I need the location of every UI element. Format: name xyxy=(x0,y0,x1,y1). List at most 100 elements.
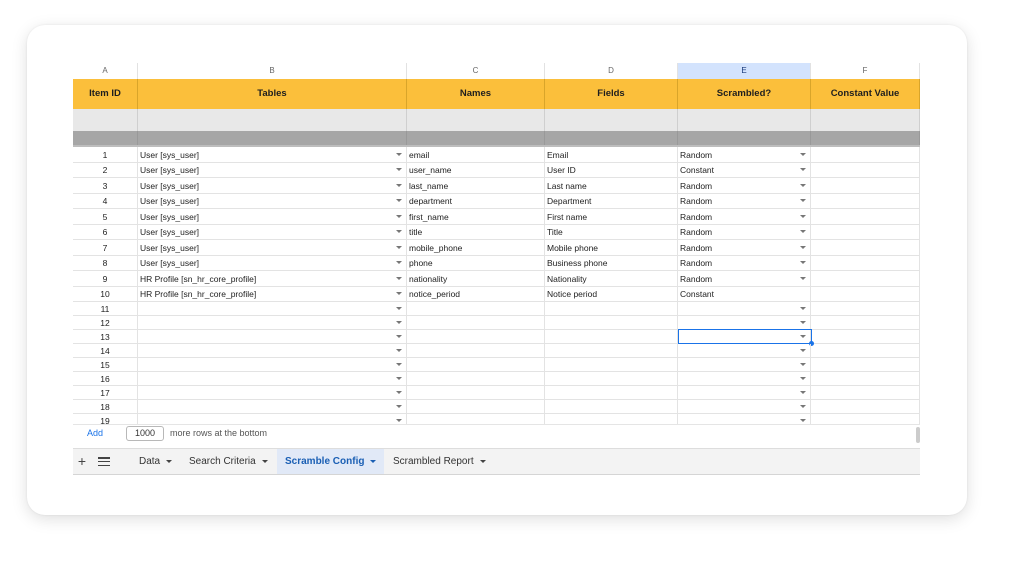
cell-field[interactable] xyxy=(545,372,678,385)
tab-scrambled-report[interactable]: Scrambled Report xyxy=(385,449,494,474)
column-header-c[interactable]: C xyxy=(407,63,545,79)
cell-name[interactable] xyxy=(407,330,545,343)
cell-name[interactable]: first_name xyxy=(407,209,545,224)
cell-name[interactable]: notice_period xyxy=(407,287,545,301)
cell-scrambled[interactable]: Constant xyxy=(678,163,811,177)
add-rows-button[interactable]: Add xyxy=(87,428,103,438)
caret-down-icon[interactable] xyxy=(396,376,402,380)
cell-field[interactable] xyxy=(545,302,678,315)
header-cell-names[interactable]: Names xyxy=(407,79,545,109)
caret-down-icon[interactable] xyxy=(800,245,806,249)
spacer-cell[interactable] xyxy=(407,109,545,131)
spacer-cell[interactable] xyxy=(678,131,811,145)
caret-down-icon[interactable] xyxy=(396,245,402,249)
caret-down-icon[interactable] xyxy=(800,320,806,324)
cell-name[interactable]: title xyxy=(407,225,545,239)
cell-scrambled[interactable] xyxy=(678,400,811,413)
cell-field[interactable] xyxy=(545,386,678,399)
cell-field[interactable]: Nationality xyxy=(545,271,678,286)
cell-name[interactable] xyxy=(407,386,545,399)
cell-field[interactable]: Department xyxy=(545,194,678,208)
cell-constant[interactable] xyxy=(811,225,920,239)
cell-field[interactable] xyxy=(545,358,678,371)
cell-field[interactable]: First name xyxy=(545,209,678,224)
cell-constant[interactable] xyxy=(811,316,920,329)
cell-table[interactable]: User [sys_user] xyxy=(138,256,407,270)
spacer-cell[interactable] xyxy=(678,109,811,131)
caret-down-icon[interactable] xyxy=(396,152,402,156)
cell-scrambled[interactable]: Random xyxy=(678,256,811,270)
caret-down-icon[interactable] xyxy=(800,261,806,264)
caret-down-icon[interactable] xyxy=(800,276,806,280)
cell-scrambled[interactable]: Random xyxy=(678,178,811,193)
caret-down-icon[interactable] xyxy=(800,390,806,394)
cell-constant[interactable] xyxy=(811,163,920,177)
cell-field[interactable]: User ID xyxy=(545,163,678,177)
column-header-f[interactable]: F xyxy=(811,63,920,79)
caret-down-icon[interactable] xyxy=(396,362,402,366)
caret-down-icon[interactable] xyxy=(396,390,402,394)
cell-name[interactable]: last_name xyxy=(407,178,545,193)
caret-down-icon[interactable] xyxy=(166,459,173,463)
cell-scrambled[interactable]: Random xyxy=(678,209,811,224)
cell-name[interactable]: email xyxy=(407,147,545,162)
cell-name[interactable]: phone xyxy=(407,256,545,270)
caret-down-icon[interactable] xyxy=(800,214,806,218)
cell-constant[interactable] xyxy=(811,372,920,385)
cell-table[interactable]: HR Profile [sn_hr_core_profile] xyxy=(138,287,407,301)
caret-down-icon[interactable] xyxy=(800,404,806,408)
cell-scrambled[interactable] xyxy=(678,358,811,371)
caret-down-icon[interactable] xyxy=(396,404,402,408)
menu-icon[interactable] xyxy=(98,455,110,467)
caret-down-icon[interactable] xyxy=(370,459,377,463)
caret-down-icon[interactable] xyxy=(396,418,402,422)
caret-down-icon[interactable] xyxy=(800,418,806,422)
spacer-cell[interactable] xyxy=(138,109,407,131)
caret-down-icon[interactable] xyxy=(396,276,402,280)
cell-field[interactable] xyxy=(545,344,678,357)
cell-scrambled[interactable]: Random xyxy=(678,240,811,255)
caret-down-icon[interactable] xyxy=(396,214,402,218)
spacer-cell[interactable] xyxy=(811,131,920,145)
caret-down-icon[interactable] xyxy=(396,230,402,233)
caret-down-icon[interactable] xyxy=(396,292,402,295)
cell-field[interactable]: Mobile phone xyxy=(545,240,678,255)
cell-table[interactable] xyxy=(138,386,407,399)
cell-field[interactable]: Notice period xyxy=(545,287,678,301)
spacer-cell[interactable] xyxy=(545,131,678,145)
tab-scramble-config[interactable]: Scramble Config xyxy=(277,449,385,474)
cell-constant[interactable] xyxy=(811,147,920,162)
caret-down-icon[interactable] xyxy=(800,199,806,202)
cell-scrambled[interactable]: Constant xyxy=(678,287,811,301)
cell-table[interactable]: User [sys_user] xyxy=(138,209,407,224)
cell-name[interactable]: user_name xyxy=(407,163,545,177)
header-cell-item-id[interactable]: Item ID xyxy=(73,79,138,109)
spacer-cell[interactable] xyxy=(138,131,407,145)
cell-scrambled[interactable]: Random xyxy=(678,147,811,162)
caret-down-icon[interactable] xyxy=(396,168,402,171)
cell-constant[interactable] xyxy=(811,178,920,193)
cell-name[interactable] xyxy=(407,344,545,357)
cell-field[interactable] xyxy=(545,316,678,329)
header-cell-scrambled[interactable]: Scrambled? xyxy=(678,79,811,109)
cell-scrambled[interactable]: Random xyxy=(678,225,811,239)
cell-table[interactable]: User [sys_user] xyxy=(138,163,407,177)
cell-constant[interactable] xyxy=(811,271,920,286)
cell-name[interactable] xyxy=(407,372,545,385)
column-header-d[interactable]: D xyxy=(545,63,678,79)
caret-down-icon[interactable] xyxy=(800,306,806,310)
caret-down-icon[interactable] xyxy=(396,334,402,338)
cell-scrambled[interactable]: Random xyxy=(678,271,811,286)
spacer-cell[interactable] xyxy=(545,109,678,131)
caret-down-icon[interactable] xyxy=(396,261,402,264)
tab-search-criteria[interactable]: Search Criteria xyxy=(181,449,276,474)
cell-scrambled[interactable]: Random xyxy=(678,194,811,208)
header-cell-constant-value[interactable]: Constant Value xyxy=(811,79,920,109)
cell-scrambled[interactable] xyxy=(678,344,811,357)
cell-table[interactable]: User [sys_user] xyxy=(138,178,407,193)
cell-table[interactable] xyxy=(138,316,407,329)
caret-down-icon[interactable] xyxy=(396,348,402,352)
caret-down-icon[interactable] xyxy=(396,199,402,202)
cell-constant[interactable] xyxy=(811,302,920,315)
cell-constant[interactable] xyxy=(811,358,920,371)
